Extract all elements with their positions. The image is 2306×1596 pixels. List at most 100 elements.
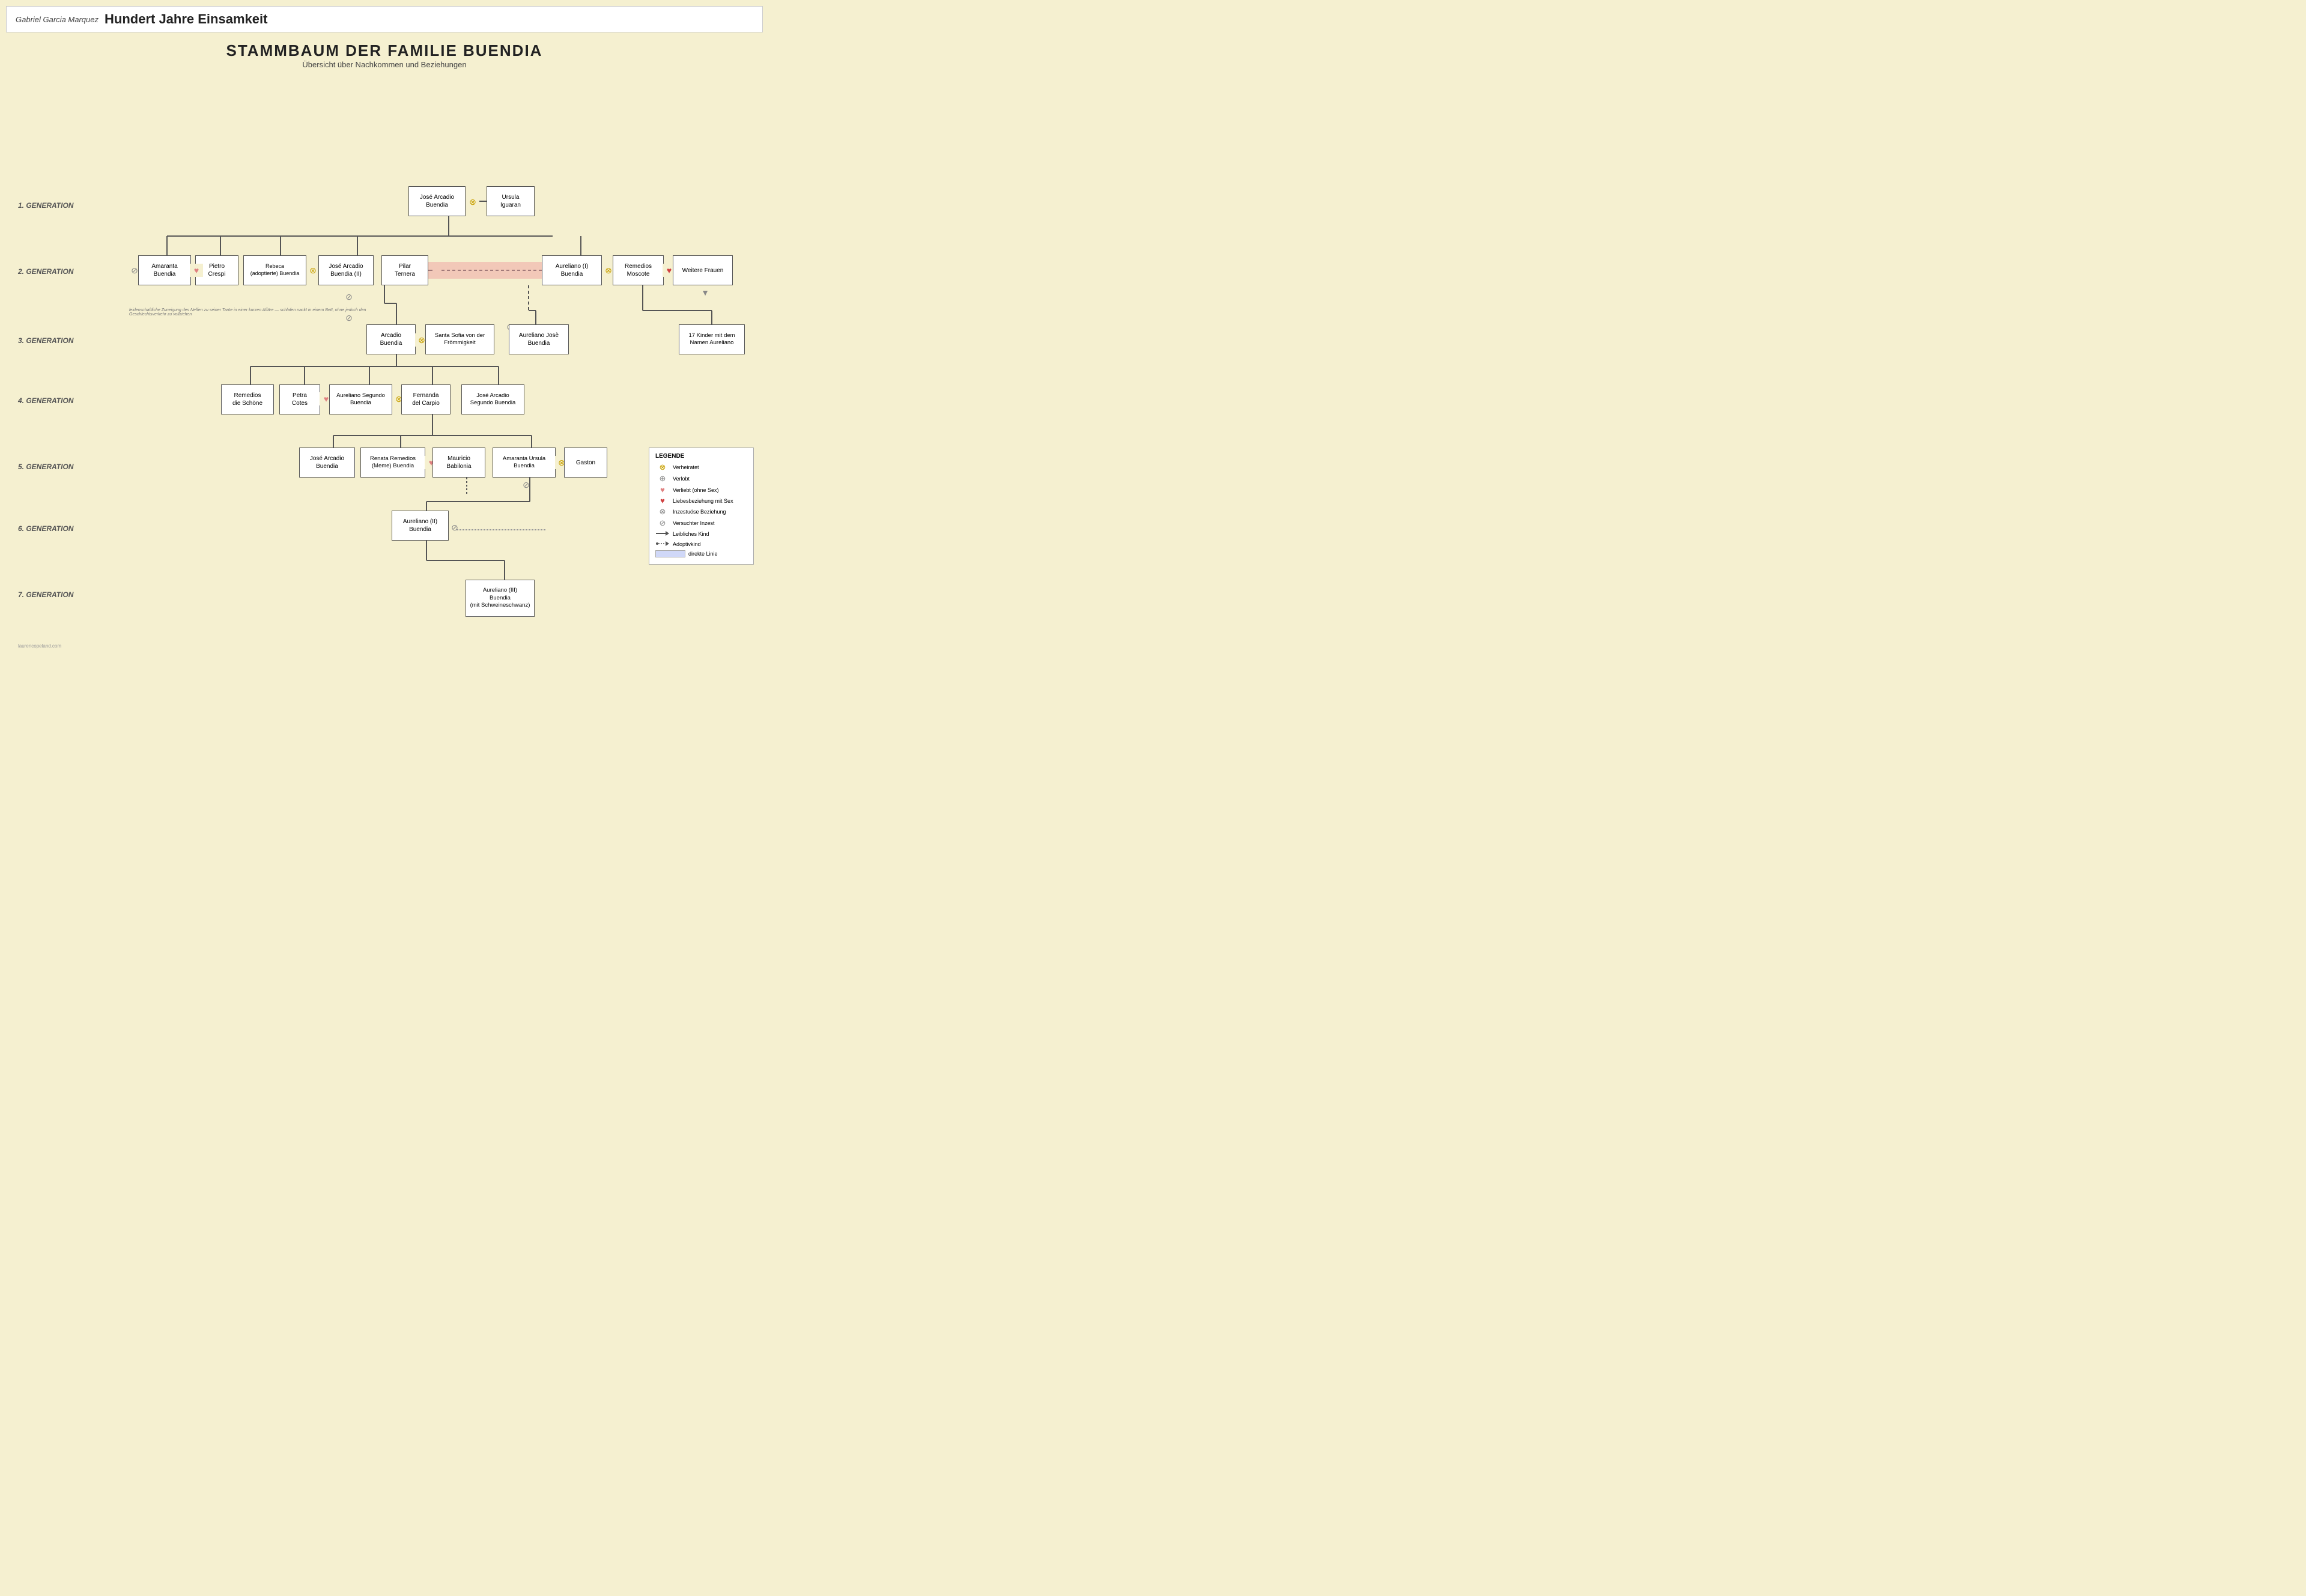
- legend-box: LEGENDE ⊗ Verheiratet ⊕ Verlobt ♥ Verlie…: [649, 448, 754, 565]
- remedios-moscote-box: RemediosMoscote: [613, 255, 664, 285]
- rebeca-name: Rebeca(adoptierte) Buendia: [250, 263, 300, 277]
- aureliano-segundo-name: Aureliano SegundoBuendia: [336, 392, 385, 407]
- aureliano-jose-name: Aureliano JosèBuendia: [519, 332, 559, 347]
- aureliano-segundo-box: Aureliano SegundoBuendia: [329, 384, 392, 414]
- legend-married-label: Verheiratet: [673, 464, 699, 470]
- legend-bio-child: Leibliches Kind: [655, 530, 747, 538]
- arcadio-box: ArcadioBuendia: [366, 324, 416, 354]
- married-sym-rebeca: [306, 264, 320, 277]
- remedios-schone-box: Remediosdie Schöne: [221, 384, 274, 414]
- legend-love-sex-label: Liebesbeziehung mit Sex: [673, 498, 733, 504]
- aureliano-2-name: Aureliano (II)Buendia: [403, 518, 437, 533]
- legend-adopt-child: Adoptivkind: [655, 540, 747, 548]
- no-sym-arcadio2: ⊘: [342, 290, 356, 303]
- legend-direct-box: [655, 550, 685, 557]
- gen-label-7: 7. GENERATION: [18, 590, 73, 599]
- jose-arcadio-1-box: José ArcadioBuendia: [408, 186, 466, 216]
- petra-box: PetraCotes: [279, 384, 320, 414]
- sub-title: Übersicht über Nachkommen und Beziehunge…: [0, 60, 769, 69]
- gen-label-5: 5. GENERATION: [18, 463, 73, 471]
- arcadio-name: ArcadioBuendia: [380, 332, 402, 347]
- legend-engaged-label: Verlobt: [673, 476, 690, 482]
- pilar-box: PilarTernera: [381, 255, 428, 285]
- jose-arcadio-5-name: José ArcadioBuendia: [310, 455, 344, 470]
- married-sym-gen1: [466, 195, 479, 208]
- legend-direct-label: direkte Linie: [688, 551, 718, 557]
- down-sym-weitere: ▼: [699, 286, 712, 299]
- kinder-aureliano-name: 17 Kinder mit demNamen Aureliano: [688, 332, 735, 347]
- footer: laurencopeland.com: [18, 643, 61, 649]
- legend-incest-try-sym: ⊘: [655, 518, 670, 528]
- amaranta-name: AmarantaBuendia: [151, 262, 177, 278]
- book-title: Hundert Jahre Einsamkeit: [105, 11, 267, 27]
- jose-arcadio-1-name: José ArcadioBuendia: [420, 193, 454, 209]
- legend-incest-try: ⊘ Versuchter Inzest: [655, 518, 747, 528]
- mauricio-box: MauricioBabilonia: [432, 448, 485, 478]
- pilar-name: PilarTernera: [395, 262, 415, 278]
- no-sym-amaranta-ursula: ⊘: [520, 478, 533, 491]
- fernanda-name: Fernandadel Carpio: [412, 392, 440, 407]
- aureliano-1-box: Aureliano (I)Buendia: [542, 255, 602, 285]
- legend-married: ⊗ Verheiratet: [655, 463, 747, 472]
- petra-name: PetraCotes: [292, 392, 308, 407]
- gen-label-6: 6. GENERATION: [18, 524, 73, 533]
- aureliano-3-box: Aureliano (III)Buendia(mit Schweineschwa…: [466, 580, 535, 617]
- santa-sofia-box: Santa Sofia von derFrömmigkeit: [425, 324, 494, 354]
- ursula-box: UrsulaIguaran: [487, 186, 535, 216]
- amaranta-box: AmarantaBuendia: [138, 255, 191, 285]
- kinder-aureliano-box: 17 Kinder mit demNamen Aureliano: [679, 324, 745, 354]
- remedios-moscote-name: RemediosMoscote: [625, 262, 652, 278]
- fernanda-box: Fernandadel Carpio: [401, 384, 451, 414]
- legend-title: LEGENDE: [655, 453, 747, 460]
- main-title: STAMMBAUM DER FAMILIE BUENDIA: [0, 41, 769, 60]
- remedios-schone-name: Remediosdie Schöne: [232, 392, 262, 407]
- legend-engaged-sym: ⊕: [655, 474, 670, 484]
- renata-box: Renata Remedios(Meme) Buendia: [360, 448, 425, 478]
- legend-love-label: Verliebt (ohne Sex): [673, 487, 719, 493]
- mauricio-name: MauricioBabilonia: [446, 455, 471, 470]
- weitere-frauen-name: Weitere Frauen: [682, 267, 724, 275]
- legend-engaged: ⊕ Verlobt: [655, 474, 747, 484]
- aureliano-1-name: Aureliano (I)Buendia: [556, 262, 588, 278]
- amaranta-ursula-box: Amaranta UrsulaBuendia: [493, 448, 556, 478]
- legend-incest-sym: ⊗: [655, 507, 670, 517]
- diagram-area: 1. GENERATION 2. GENERATION 3. GENERATIO…: [12, 75, 757, 652]
- love-sym-amaranta-pietro: [190, 264, 203, 277]
- gaston-name: Gaston: [576, 459, 595, 467]
- gen-label-3: 3. GENERATION: [18, 336, 73, 345]
- legend-love-sex: ♥ Liebesbeziehung mit Sex: [655, 496, 747, 505]
- gen-label-2: 2. GENERATION: [18, 267, 73, 276]
- aureliano-2-box: Aureliano (II)Buendia: [392, 511, 449, 541]
- gen-label-1: 1. GENERATION: [18, 201, 73, 210]
- note-text: leidenschaftliche Zuneigung des Neffen z…: [129, 308, 381, 317]
- legend-incest: ⊗ Inzestuöse Beziehung: [655, 507, 747, 517]
- aureliano-3-name: Aureliano (III)Buendia(mit Schweineschwa…: [470, 587, 530, 609]
- aureliano-jose-box: Aureliano JosèBuendia: [509, 324, 569, 354]
- rebeca-box: Rebeca(adoptierte) Buendia: [243, 255, 306, 285]
- legend-bio-label: Leibliches Kind: [673, 531, 709, 537]
- legend-adopt-label: Adoptivkind: [673, 541, 701, 547]
- gen-label-4: 4. GENERATION: [18, 396, 73, 405]
- jose-arcadio-5-box: José ArcadioBuendia: [299, 448, 355, 478]
- legend-adopt-icon: [655, 540, 670, 548]
- jose-arcadio-segundo-name: José ArcadioSegundo Buendia: [470, 392, 516, 407]
- header-bar: Gabriel Garcia Marquez Hundert Jahre Ein…: [6, 6, 763, 32]
- jose-arcadio-segundo-box: José ArcadioSegundo Buendia: [461, 384, 524, 414]
- amaranta-ursula-name: Amaranta UrsulaBuendia: [503, 455, 545, 470]
- gaston-box: Gaston: [564, 448, 607, 478]
- pink-relation-line: [428, 262, 548, 279]
- weitere-frauen-box: Weitere Frauen: [673, 255, 733, 285]
- no-sym-amaranta: ⊘: [128, 264, 141, 277]
- santa-sofia-name: Santa Sofia von derFrömmigkeit: [435, 332, 485, 347]
- legend-love: ♥ Verliebt (ohne Sex): [655, 485, 747, 494]
- jose-arcadio-2-name: José ArcadioBuendia (II): [329, 262, 363, 278]
- author-label: Gabriel Garcia Marquez: [16, 15, 99, 24]
- legend-love-sex-sym: ♥: [655, 496, 670, 505]
- ursula-name: UrsulaIguaran: [500, 193, 521, 209]
- renata-name: Renata Remedios(Meme) Buendia: [370, 455, 416, 470]
- legend-love-sym: ♥: [655, 485, 670, 494]
- legend-married-sym: ⊗: [655, 463, 670, 472]
- legend-direct: direkte Linie: [655, 550, 747, 557]
- jose-arcadio-2-box: José ArcadioBuendia (II): [318, 255, 374, 285]
- legend-incest-try-label: Versuchter Inzest: [673, 520, 715, 526]
